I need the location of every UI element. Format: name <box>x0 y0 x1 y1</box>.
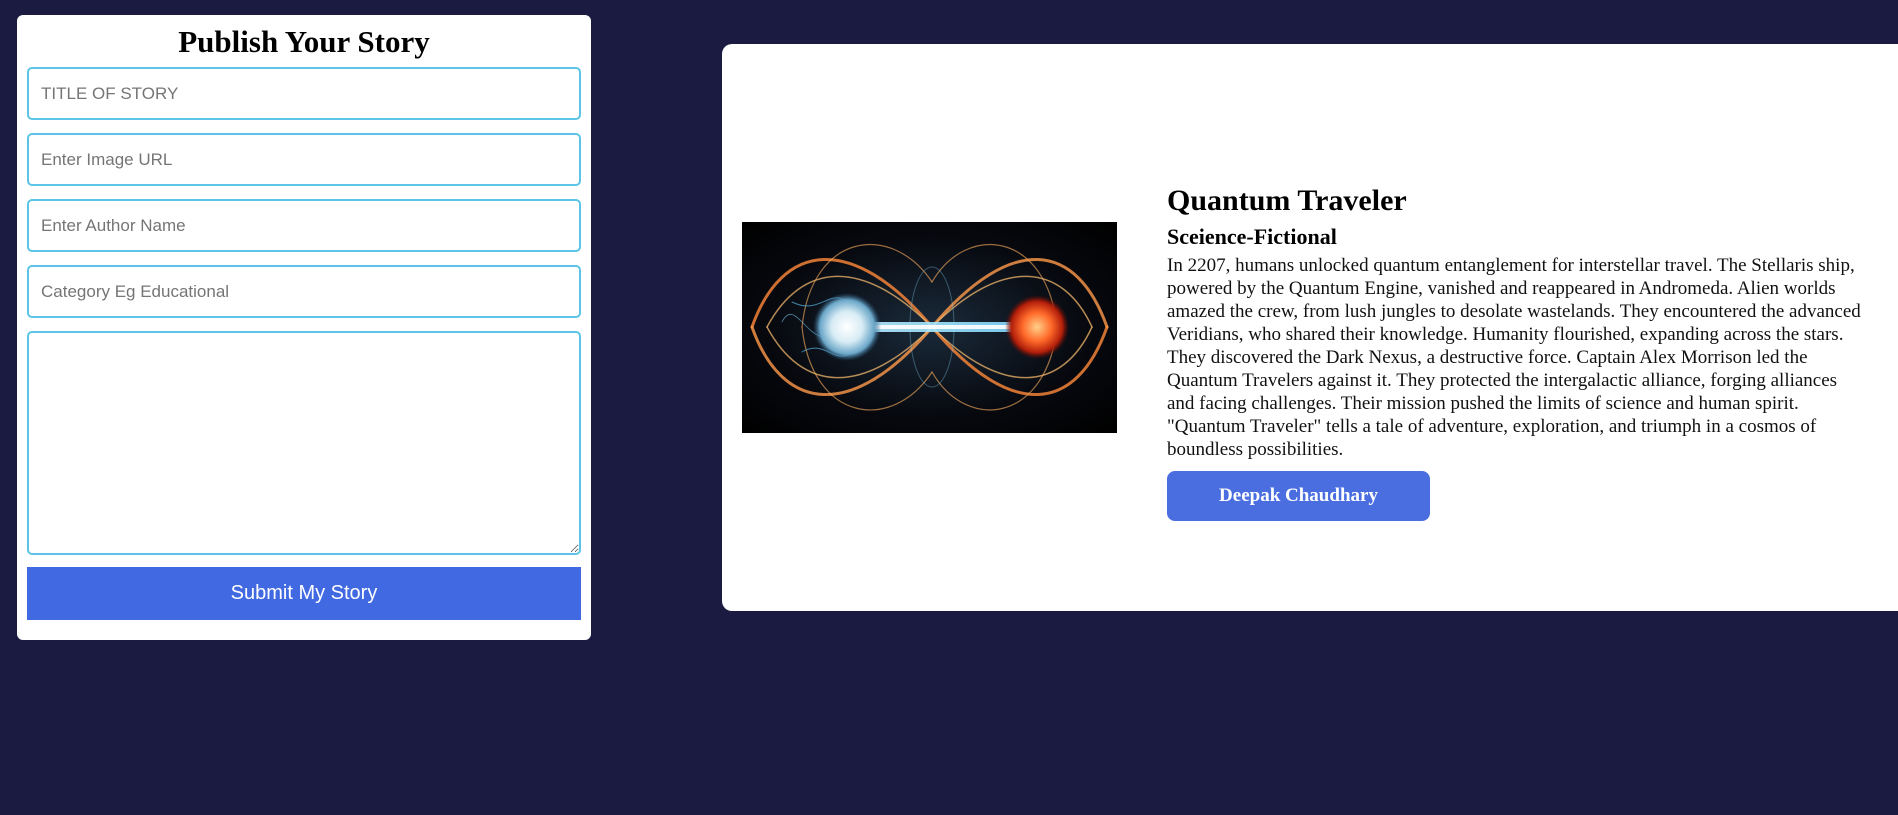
submit-story-button[interactable]: Submit My Story <box>27 567 581 620</box>
story-body: In 2207, humans unlocked quantum entangl… <box>1167 255 1861 460</box>
publish-story-form: Publish Your Story Submit My Story <box>17 15 591 640</box>
story-title-input[interactable] <box>27 67 581 120</box>
author-button[interactable]: Deepak Chaudhary <box>1167 471 1430 521</box>
story-title: Quantum Traveler <box>1167 184 1407 217</box>
story-card: Quantum Traveler Sceience-Fictional In 2… <box>722 44 1898 611</box>
category-input[interactable] <box>27 265 581 318</box>
image-url-input[interactable] <box>27 133 581 186</box>
story-details: Quantum Traveler Sceience-Fictional In 2… <box>1167 184 1867 521</box>
story-content-textarea[interactable] <box>27 331 581 555</box>
story-category: Sceience-Fictional <box>1167 224 1337 249</box>
form-title: Publish Your Story <box>178 24 430 59</box>
author-name-input[interactable] <box>27 199 581 252</box>
quantum-entanglement-image <box>742 222 1117 433</box>
